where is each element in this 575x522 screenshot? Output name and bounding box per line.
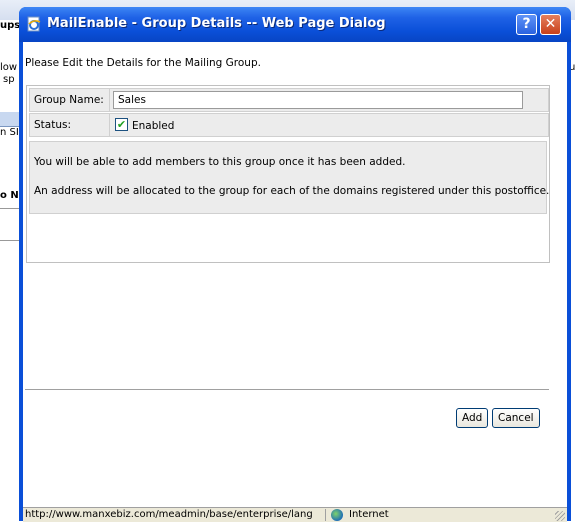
- close-button[interactable]: ✕: [540, 14, 561, 35]
- background-text: low: [0, 62, 18, 73]
- divider: [25, 389, 549, 393]
- enabled-checkbox[interactable]: ✔: [115, 118, 128, 131]
- resize-grip[interactable]: [555, 511, 565, 521]
- intro-text: Please Edit the Details for the Mailing …: [25, 57, 261, 69]
- help-icon: ?: [522, 16, 531, 32]
- security-zone: Internet: [349, 509, 389, 520]
- group-name-input[interactable]: [113, 91, 523, 109]
- status-bar: http://www.manxebiz.com/meadmin/base/ent…: [23, 507, 567, 522]
- background-text: sp: [3, 74, 15, 85]
- row-divider: [109, 114, 110, 136]
- close-icon: ✕: [544, 16, 557, 32]
- background-rule: [0, 240, 19, 241]
- background-rule: [0, 208, 19, 209]
- background-text: o N: [0, 190, 19, 201]
- group-name-label: Group Name:: [34, 94, 104, 106]
- info-text: An address will be allocated to the grou…: [34, 185, 550, 197]
- internet-zone-icon: [331, 509, 343, 521]
- help-button[interactable]: ?: [516, 14, 537, 35]
- background-text: n SI: [0, 127, 19, 138]
- group-details-dialog: MailEnable - Group Details -- Web Page D…: [19, 7, 571, 522]
- status-label: Status:: [34, 119, 71, 131]
- group-name-row: Group Name:: [29, 88, 549, 112]
- status-row: Status: ✔ Enabled: [29, 113, 549, 137]
- add-button[interactable]: Add: [456, 408, 489, 428]
- ie-page-icon: [27, 16, 41, 32]
- background-tab: [0, 112, 19, 127]
- dialog-content: Please Edit the Details for the Mailing …: [23, 42, 567, 521]
- dialog-titlebar[interactable]: MailEnable - Group Details -- Web Page D…: [19, 7, 571, 42]
- group-form: Group Name: Status: ✔ Enabled You will b…: [26, 85, 550, 263]
- dialog-title: MailEnable - Group Details -- Web Page D…: [47, 16, 386, 31]
- info-panel: You will be able to add members to this …: [29, 141, 550, 214]
- enabled-label[interactable]: Enabled: [132, 120, 174, 132]
- background-text: ups: [0, 20, 21, 31]
- cancel-button[interactable]: Cancel: [492, 408, 540, 428]
- info-text: You will be able to add members to this …: [34, 156, 406, 168]
- status-url: http://www.manxebiz.com/meadmin/base/ent…: [25, 509, 326, 521]
- row-divider: [109, 89, 110, 111]
